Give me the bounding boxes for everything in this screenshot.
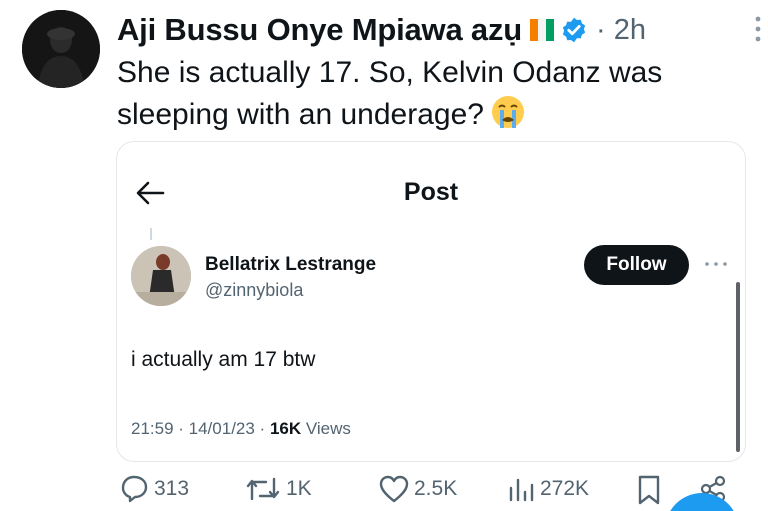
more-icon[interactable] — [754, 14, 762, 44]
quoted-post-time-date: 21:59 · 14/01/23 · — [131, 419, 266, 438]
author-avatar[interactable] — [22, 10, 100, 88]
flag-stripe-orange — [529, 19, 538, 41]
tweet-timestamp[interactable]: · 2h — [596, 14, 646, 47]
bookmark-button[interactable] — [636, 474, 666, 506]
like-button[interactable]: 2.5K — [378, 474, 457, 504]
like-count: 2.5K — [414, 477, 458, 500]
more-icon[interactable] — [703, 260, 729, 268]
quoted-author-avatar[interactable] — [131, 246, 191, 306]
like-icon — [379, 475, 409, 503]
author-name[interactable]: Aji Bussu Onye Mpiawa azụ — [117, 12, 522, 48]
post-header-title: Post — [403, 178, 459, 206]
quoted-handle[interactable]: @zinnybiola — [205, 280, 303, 301]
thread-line — [150, 228, 152, 240]
repost-count: 1K — [286, 477, 312, 500]
reply-icon — [121, 475, 148, 503]
quoted-post-views-count: 16K — [269, 419, 302, 438]
quoted-post-card[interactable]: Post Bellatrix Lestrange @zinnybiola Fol… — [116, 141, 746, 462]
repost-button[interactable]: 1K — [244, 474, 312, 504]
views-button[interactable]: 272K — [506, 474, 589, 504]
quoted-post-views-label: Views — [305, 419, 351, 438]
bookmark-icon — [638, 475, 660, 505]
scrollbar[interactable] — [736, 282, 740, 452]
follow-button[interactable]: Follow — [584, 245, 689, 285]
views-icon — [509, 478, 534, 502]
reply-count: 313 — [154, 477, 190, 500]
flag-stripe-green — [545, 19, 554, 41]
flag-icon — [529, 19, 554, 41]
action-bar: 313 1K 2.5K 272K — [116, 470, 756, 511]
crying-emoji-icon — [491, 96, 524, 128]
verified-icon — [562, 17, 586, 43]
quoted-post-meta: 21:59 · 14/01/23 · 16K Views — [131, 419, 351, 439]
views-count: 272K — [540, 477, 590, 500]
reply-button[interactable]: 313 — [118, 474, 189, 504]
flag-stripe-white — [537, 19, 546, 41]
tweet-text-content: She is actually 17. So, Kelvin Odanz was… — [117, 56, 663, 131]
quoted-post-text: i actually am 17 btw — [131, 348, 316, 371]
tweet-text: She is actually 17. So, Kelvin Odanz was… — [117, 52, 747, 136]
tweet-header: Aji Bussu Onye Mpiawa azụ · 2h — [117, 8, 747, 52]
repost-icon — [246, 477, 280, 501]
quoted-display-name[interactable]: Bellatrix Lestrange — [205, 254, 376, 276]
